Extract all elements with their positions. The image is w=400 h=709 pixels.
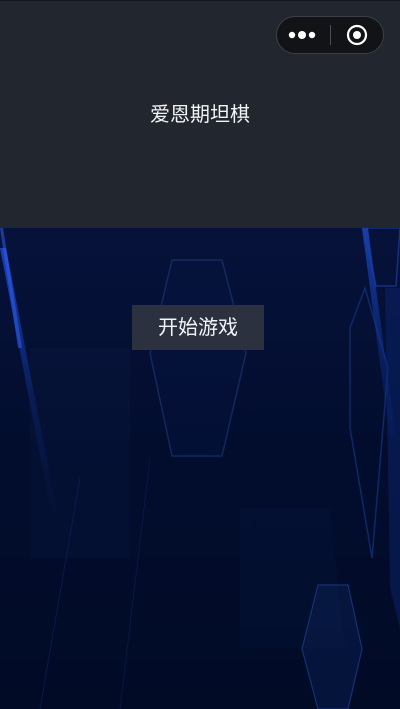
more-dots-icon [289, 31, 316, 39]
navigation-bar: 爱恩期坦棋 [0, 0, 400, 228]
game-area: 开始游戏 [0, 228, 400, 709]
mini-program-capsule [276, 16, 384, 54]
page-title: 爱恩期坦棋 [150, 102, 250, 126]
start-game-button[interactable]: 开始游戏 [132, 305, 264, 350]
target-circle-icon [346, 24, 367, 46]
more-button[interactable] [277, 17, 330, 53]
close-button[interactable] [330, 17, 383, 53]
hexagon-tech-background [0, 228, 400, 709]
app-page: 爱恩期坦棋 开始游戏 [0, 0, 400, 709]
